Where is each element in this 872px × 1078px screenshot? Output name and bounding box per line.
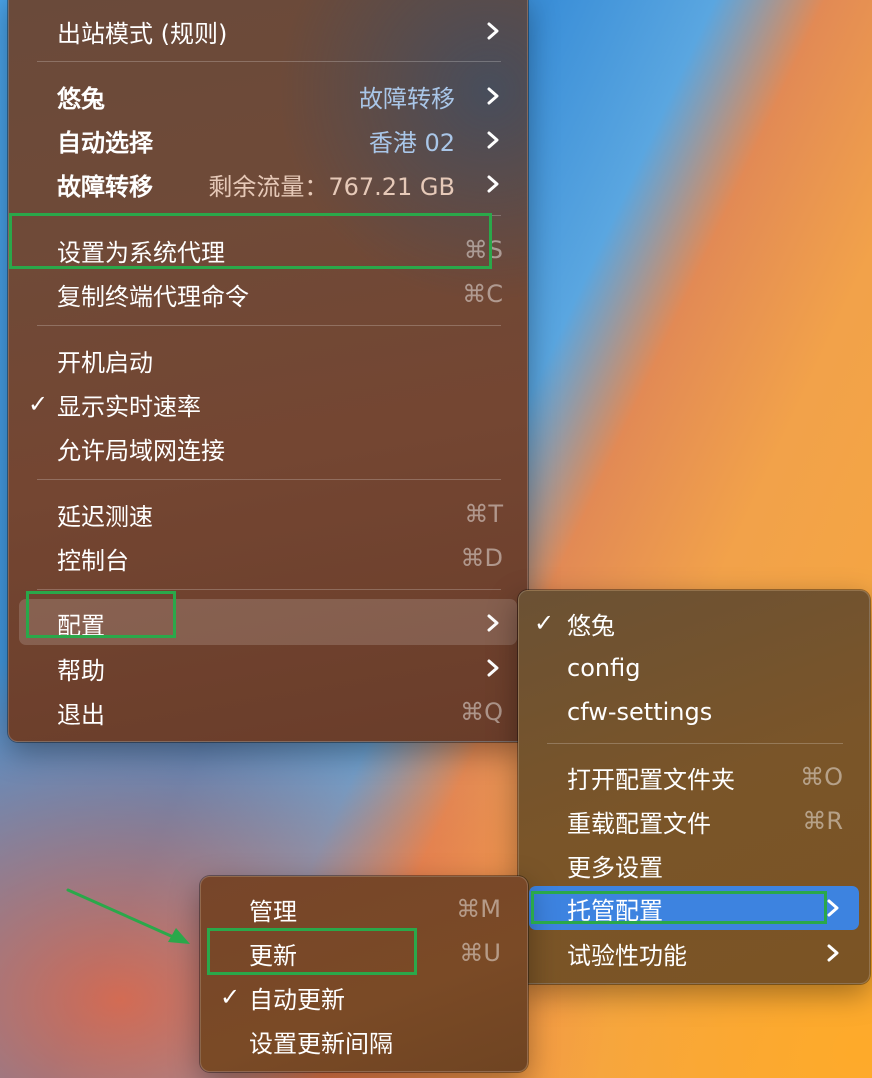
shortcut-label: ⌘S — [463, 236, 503, 264]
menu-item-update-interval[interactable]: 设置更新间隔 — [201, 1019, 527, 1063]
checkmark-icon: ✓ — [27, 390, 49, 418]
more-settings-label: 更多设置 — [567, 853, 663, 882]
shortcut-label: ⌘C — [462, 280, 503, 308]
menu-separator — [37, 215, 501, 216]
dashboard-label: 控制台 — [57, 546, 129, 575]
shortcut-label: ⌘T — [464, 500, 503, 528]
menu-item-allow-lan[interactable]: 允许局域网连接 — [9, 426, 527, 470]
menu-item-set-system-proxy[interactable]: 设置为系统代理 ⌘S — [9, 228, 527, 272]
menu-item-proxy-group-youtu[interactable]: 悠兔 故障转移 — [9, 74, 527, 118]
menu-item-launch-at-login[interactable]: 开机启动 — [9, 338, 527, 382]
chevron-right-icon — [487, 659, 499, 677]
shortcut-label: ⌘R — [802, 807, 843, 835]
proxy-group-label: 悠兔 — [57, 84, 105, 113]
shortcut-label: ⌘O — [800, 763, 843, 791]
menu-item-managed-config[interactable]: 托管配置 — [519, 886, 869, 930]
help-label: 帮助 — [57, 656, 105, 685]
experimental-label: 试验性功能 — [567, 941, 687, 970]
menu-item-outbound-mode[interactable]: 出站模式 (规则) — [9, 9, 527, 53]
latency-test-label: 延迟测速 — [57, 502, 153, 531]
menu-separator — [37, 325, 501, 326]
config-label: 配置 — [57, 611, 105, 640]
clash-status-menu: 出站模式 (规则) 悠兔 故障转移 自动选择 香港 02 故障转移 剩余流量：7… — [8, 0, 528, 742]
show-speed-label: 显示实时速率 — [57, 392, 201, 421]
menu-item-copy-terminal-command[interactable]: 复制终端代理命令 ⌘C — [9, 272, 527, 316]
shortcut-label: ⌘U — [459, 939, 501, 967]
outbound-mode-label: 出站模式 (规则) — [57, 19, 228, 48]
allow-lan-label: 允许局域网连接 — [57, 436, 225, 465]
auto-select-label: 自动选择 — [57, 128, 153, 157]
chevron-right-icon — [487, 87, 499, 105]
menu-separator — [547, 743, 843, 744]
menu-item-manage[interactable]: 管理 ⌘M — [201, 887, 527, 931]
chevron-right-icon — [487, 614, 499, 632]
chevron-right-icon — [827, 899, 839, 917]
checkmark-icon: ✓ — [219, 983, 241, 1011]
profile-cfw-settings-label: cfw-settings — [567, 698, 713, 726]
open-config-folder-label: 打开配置文件夹 — [567, 765, 735, 794]
profile-config-label: config — [567, 654, 641, 682]
menu-item-more-settings[interactable]: 更多设置 — [519, 843, 869, 887]
managed-config-label: 托管配置 — [567, 896, 663, 925]
menu-item-help[interactable]: 帮助 — [9, 646, 527, 690]
menu-separator — [37, 479, 501, 480]
menu-item-failover[interactable]: 故障转移 剩余流量：767.21 GB — [9, 162, 527, 206]
menu-item-auto-select[interactable]: 自动选择 香港 02 — [9, 118, 527, 162]
menu-separator — [37, 61, 501, 62]
checkmark-icon: ✓ — [533, 609, 555, 637]
traffic-remaining-value: 剩余流量：767.21 GB — [208, 172, 455, 201]
chevron-right-icon — [487, 22, 499, 40]
menu-item-quit[interactable]: 退出 ⌘Q — [9, 690, 527, 734]
menu-item-profile-youtu[interactable]: ✓ 悠兔 — [519, 601, 869, 645]
menu-item-profile-cfw-settings[interactable]: cfw-settings — [519, 690, 869, 734]
menu-item-open-config-folder[interactable]: 打开配置文件夹 ⌘O — [519, 755, 869, 799]
launch-at-login-label: 开机启动 — [57, 348, 153, 377]
chevron-right-icon — [487, 175, 499, 193]
shortcut-label: ⌘D — [460, 544, 503, 572]
set-system-proxy-label: 设置为系统代理 — [57, 238, 225, 267]
chevron-right-icon — [827, 944, 839, 962]
menu-item-reload-config[interactable]: 重载配置文件 ⌘R — [519, 799, 869, 843]
copy-terminal-command-label: 复制终端代理命令 — [57, 282, 249, 311]
auto-select-value: 香港 02 — [368, 128, 455, 157]
menu-item-dashboard[interactable]: 控制台 ⌘D — [9, 536, 527, 580]
update-label: 更新 — [249, 941, 297, 970]
update-interval-label: 设置更新间隔 — [249, 1029, 393, 1058]
config-submenu: ✓ 悠兔 config cfw-settings 打开配置文件夹 ⌘O 重载配置… — [518, 590, 870, 984]
manage-label: 管理 — [249, 897, 297, 926]
proxy-group-value: 故障转移 — [359, 84, 455, 113]
menu-separator — [37, 589, 501, 590]
menu-item-profile-config[interactable]: config — [519, 646, 869, 690]
menu-item-show-speed[interactable]: ✓ 显示实时速率 — [9, 382, 527, 426]
menu-item-latency-test[interactable]: 延迟测速 ⌘T — [9, 492, 527, 536]
menu-item-auto-update[interactable]: ✓ 自动更新 — [201, 975, 527, 1019]
menu-item-config[interactable]: 配置 — [9, 601, 527, 645]
annotation-arrow-icon — [66, 888, 190, 944]
shortcut-label: ⌘Q — [460, 698, 503, 726]
managed-config-submenu: 管理 ⌘M 更新 ⌘U ✓ 自动更新 设置更新间隔 — [200, 876, 528, 1072]
profile-youtu-label: 悠兔 — [567, 611, 615, 640]
reload-config-label: 重载配置文件 — [567, 809, 711, 838]
menu-item-update[interactable]: 更新 ⌘U — [201, 931, 527, 975]
failover-label: 故障转移 — [57, 172, 153, 201]
menu-item-experimental[interactable]: 试验性功能 — [519, 931, 869, 975]
shortcut-label: ⌘M — [456, 895, 501, 923]
auto-update-label: 自动更新 — [249, 985, 345, 1014]
chevron-right-icon — [487, 131, 499, 149]
quit-label: 退出 — [57, 700, 105, 729]
